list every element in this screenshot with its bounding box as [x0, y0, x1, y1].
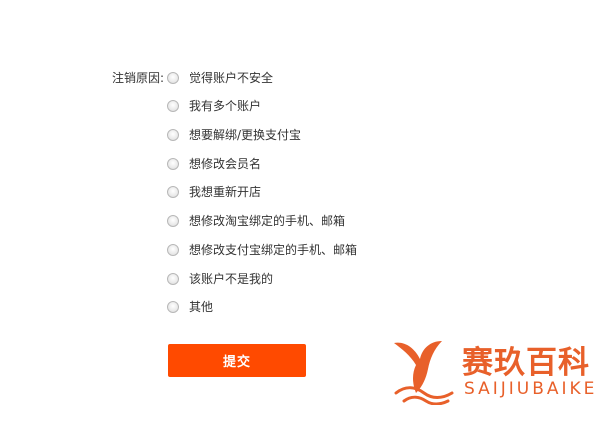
- watermark-brand-en: SAIJIUBAIKE: [464, 379, 598, 399]
- radio-button[interactable]: [167, 100, 179, 112]
- reason-option-change-member-name[interactable]: 想修改会员名: [167, 156, 261, 172]
- reason-option-not-my-account[interactable]: 该账户不是我的: [167, 271, 273, 287]
- radio-button[interactable]: [167, 273, 179, 285]
- option-label: 觉得账户不安全: [189, 71, 274, 85]
- watermark: 赛玖百科 SAIJIUBAIKE: [390, 335, 594, 407]
- radio-button[interactable]: [167, 129, 179, 141]
- reason-option-change-alipay-contact[interactable]: 想修改支付宝绑定的手机、邮箱: [167, 242, 357, 258]
- reason-option-reopen-shop[interactable]: 我想重新开店: [167, 184, 261, 200]
- reason-option-change-taobao-contact[interactable]: 想修改淘宝绑定的手机、邮箱: [167, 213, 345, 229]
- option-label: 想修改会员名: [189, 157, 262, 171]
- reason-option-other[interactable]: 其他: [167, 299, 213, 315]
- reason-option-change-alipay[interactable]: 想要解绑/更换支付宝: [167, 127, 301, 143]
- radio-button[interactable]: [167, 215, 179, 227]
- watermark-brand-cn: 赛玖百科: [462, 345, 590, 381]
- radio-button[interactable]: [167, 72, 179, 84]
- submit-button[interactable]: 提交: [168, 344, 306, 377]
- whale-tail-logo-icon: [394, 341, 454, 405]
- radio-button[interactable]: [167, 158, 179, 170]
- option-label: 其他: [189, 300, 214, 314]
- option-label: 想要解绑/更换支付宝: [189, 128, 302, 142]
- reason-label: 注销原因:: [111, 71, 164, 85]
- reason-option-multiple-accounts[interactable]: 我有多个账户: [167, 98, 261, 114]
- radio-button[interactable]: [167, 244, 179, 256]
- option-label: 想修改淘宝绑定的手机、邮箱: [189, 214, 346, 228]
- radio-button[interactable]: [167, 186, 179, 198]
- option-label: 想修改支付宝绑定的手机、邮箱: [189, 243, 358, 257]
- option-label: 我有多个账户: [189, 99, 262, 113]
- radio-button[interactable]: [167, 301, 179, 313]
- option-label: 我想重新开店: [189, 185, 262, 199]
- reason-option-insecure[interactable]: 觉得账户不安全: [167, 70, 273, 86]
- option-label: 该账户不是我的: [189, 272, 274, 286]
